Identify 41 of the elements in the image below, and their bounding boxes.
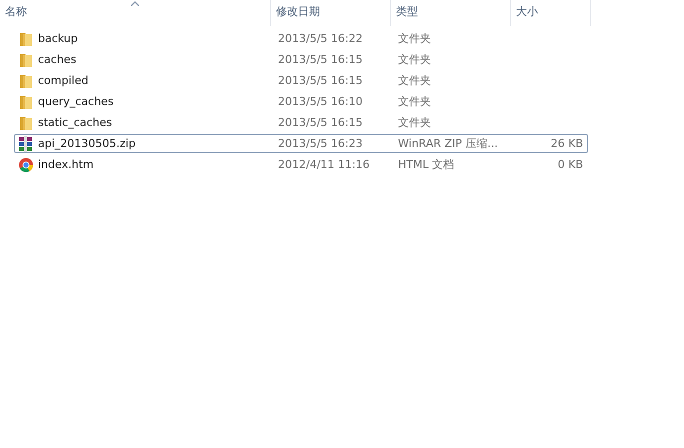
- file-name: query_caches: [38, 95, 114, 108]
- file-name: index.htm: [38, 158, 94, 171]
- folder-icon: [18, 72, 34, 88]
- file-type: HTML 文档: [397, 157, 454, 172]
- modified-date: 2013/5/5 16:15: [277, 116, 363, 129]
- file-name: api_20130505.zip: [38, 137, 136, 150]
- modified-date: 2013/5/5 16:15: [277, 53, 363, 66]
- folder-icon: [18, 94, 34, 110]
- file-row[interactable]: backup 2013/5/5 16:22 文件夹: [14, 29, 588, 48]
- file-type: WinRAR ZIP 压缩...: [397, 136, 498, 151]
- file-type: 文件夹: [397, 31, 431, 46]
- column-header[interactable]: 修改日期: [271, 0, 391, 26]
- books-stack-icon: [18, 136, 34, 152]
- modified-date: 2013/5/5 16:15: [277, 74, 363, 87]
- folder-icon: [18, 114, 34, 130]
- file-row[interactable]: query_caches 2013/5/5 16:10 文件夹: [14, 92, 588, 111]
- modified-date: 2013/5/5 16:10: [277, 95, 363, 108]
- file-type: 文件夹: [397, 52, 431, 67]
- modified-date: 2012/4/11 11:16: [277, 158, 370, 171]
- folder-icon: [18, 30, 34, 46]
- folder-icon: [18, 52, 34, 68]
- file-row[interactable]: static_caches 2013/5/5 16:15 文件夹: [14, 113, 588, 132]
- file-size: 0 KB: [558, 158, 583, 171]
- file-type: 文件夹: [397, 115, 431, 130]
- file-row[interactable]: index.htm 2012/4/11 11:16 HTML 文档 0 KB: [14, 155, 588, 174]
- column-header[interactable]: 大小: [511, 0, 591, 26]
- modified-date: 2013/5/5 16:23: [277, 137, 363, 150]
- file-row[interactable]: api_20130505.zip 2013/5/5 16:23 WinRAR ZIP 压缩... 26 KB: [14, 134, 588, 153]
- file-type: 文件夹: [397, 94, 431, 109]
- browser-icon: [18, 156, 34, 172]
- file-name: caches: [38, 53, 76, 66]
- file-row[interactable]: compiled 2013/5/5 16:15 文件夹: [14, 71, 588, 90]
- file-name: compiled: [38, 74, 88, 87]
- column-header[interactable]: 类型: [391, 0, 511, 26]
- column-header[interactable]: 名称: [0, 0, 271, 26]
- modified-date: 2013/5/5 16:22: [277, 32, 363, 45]
- file-name: static_caches: [38, 116, 112, 129]
- file-size: 26 KB: [550, 137, 583, 150]
- file-name: backup: [38, 32, 78, 45]
- file-type: 文件夹: [397, 73, 431, 88]
- file-row[interactable]: caches 2013/5/5 16:15 文件夹: [14, 50, 588, 69]
